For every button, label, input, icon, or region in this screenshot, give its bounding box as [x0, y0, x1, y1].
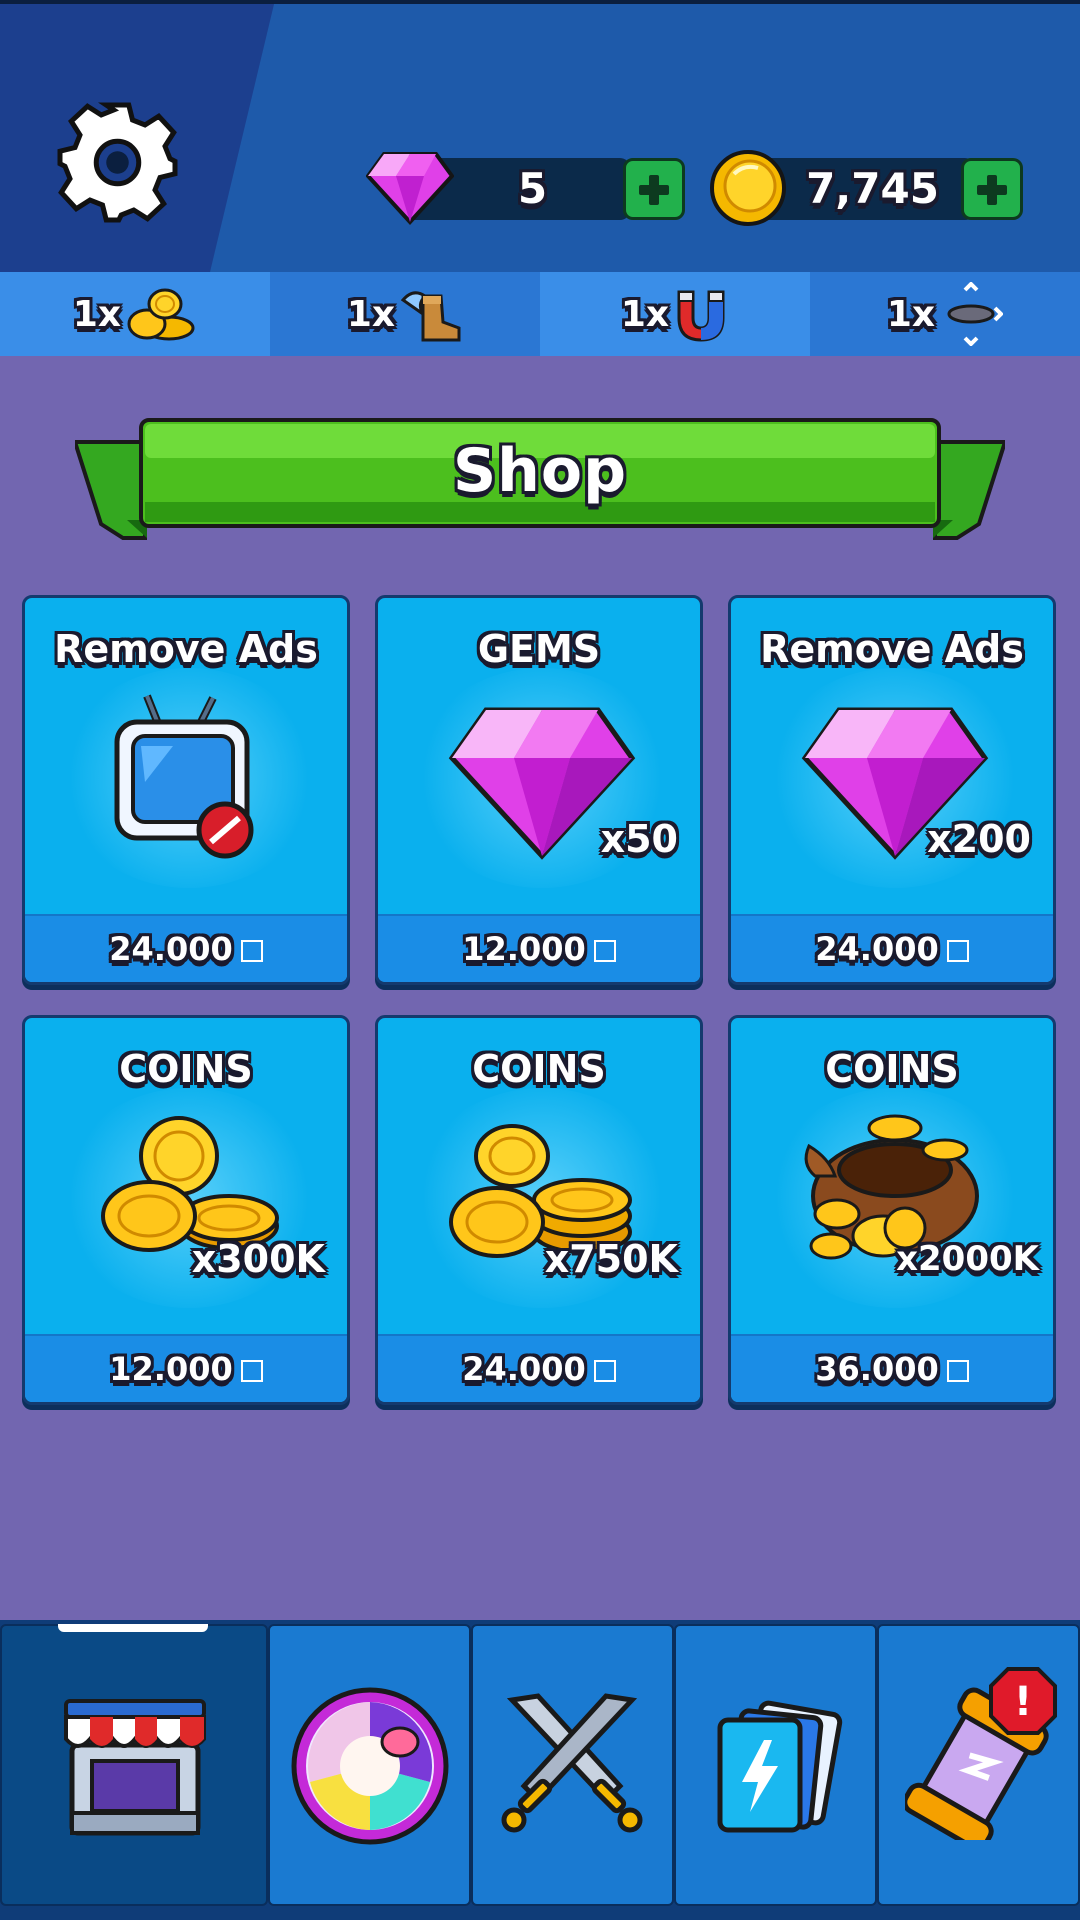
alert-badge-text: !	[1014, 1679, 1032, 1725]
gem-icon	[366, 152, 454, 225]
item-price: 24.000	[731, 924, 1053, 974]
booster-speed[interactable]: 1x	[270, 272, 540, 356]
item-amount: x50	[600, 817, 678, 861]
magnet-icon	[677, 290, 725, 342]
booster-count: 1x	[620, 293, 670, 335]
item-price: 24.000	[378, 1344, 700, 1394]
add-coins-button[interactable]	[961, 158, 1023, 220]
item-amount: x2000K	[896, 1239, 1039, 1279]
coin-pile-icon	[127, 288, 195, 341]
coin-icon	[710, 150, 786, 226]
item-title: COINS	[119, 1047, 253, 1091]
booster-coins[interactable]: 1x	[0, 272, 270, 356]
item-price: 12.000	[25, 1344, 347, 1394]
winged-boot-icon	[400, 291, 461, 342]
item-amount: x300K	[191, 1237, 325, 1281]
shop-item-coins-2000k[interactable]: COINS x2000K 36.000	[728, 1015, 1056, 1405]
item-amount: x200	[927, 817, 1031, 861]
shop-item-remove-ads[interactable]: Remove Ads 24.000	[22, 595, 350, 985]
add-gems-button[interactable]	[623, 158, 685, 220]
booster-count: 1x	[886, 293, 936, 335]
coin-count: 7,745	[806, 164, 939, 213]
shop-item-gems-50[interactable]: GEMS x50 12.000	[375, 595, 703, 985]
booster-size[interactable]: 1x	[810, 272, 1080, 356]
item-title: Remove Ads	[54, 627, 318, 671]
ball-icon	[291, 1687, 449, 1845]
crossed-swords-icon	[501, 1693, 643, 1833]
item-price: 36.000	[731, 1344, 1053, 1394]
item-price: 12.000	[378, 924, 700, 974]
no-ads-tv-icon	[114, 694, 254, 859]
shop-item-coins-750k[interactable]: COINS x750K 24.000	[375, 1015, 703, 1405]
booster-bar: 1x 1x 1x 1x	[0, 272, 1080, 356]
gear-icon[interactable]	[55, 100, 180, 225]
item-title: COINS	[472, 1047, 606, 1091]
active-tab-indicator	[58, 1624, 208, 1632]
item-amount: x750K	[544, 1237, 678, 1281]
item-price: 24.000	[25, 924, 347, 974]
item-title: Remove Ads	[760, 627, 1024, 671]
alert-badge-icon: !	[989, 1667, 1057, 1735]
cards-icon	[717, 1700, 843, 1833]
shop-title: Shop	[452, 436, 628, 506]
item-title: GEMS	[477, 627, 601, 671]
shop-item-gems-200[interactable]: Remove Ads x200 24.000	[728, 595, 1056, 985]
booster-magnet[interactable]: 1x	[540, 272, 810, 356]
booster-count: 1x	[72, 293, 122, 335]
shop-item-coins-300k[interactable]: COINS x300K 12.000	[22, 1015, 350, 1405]
booster-count: 1x	[346, 293, 396, 335]
shop-stall-icon	[64, 1699, 206, 1836]
item-title: COINS	[825, 1047, 959, 1091]
scale-arrows-icon	[947, 282, 1004, 346]
gem-count: 5	[517, 164, 548, 213]
